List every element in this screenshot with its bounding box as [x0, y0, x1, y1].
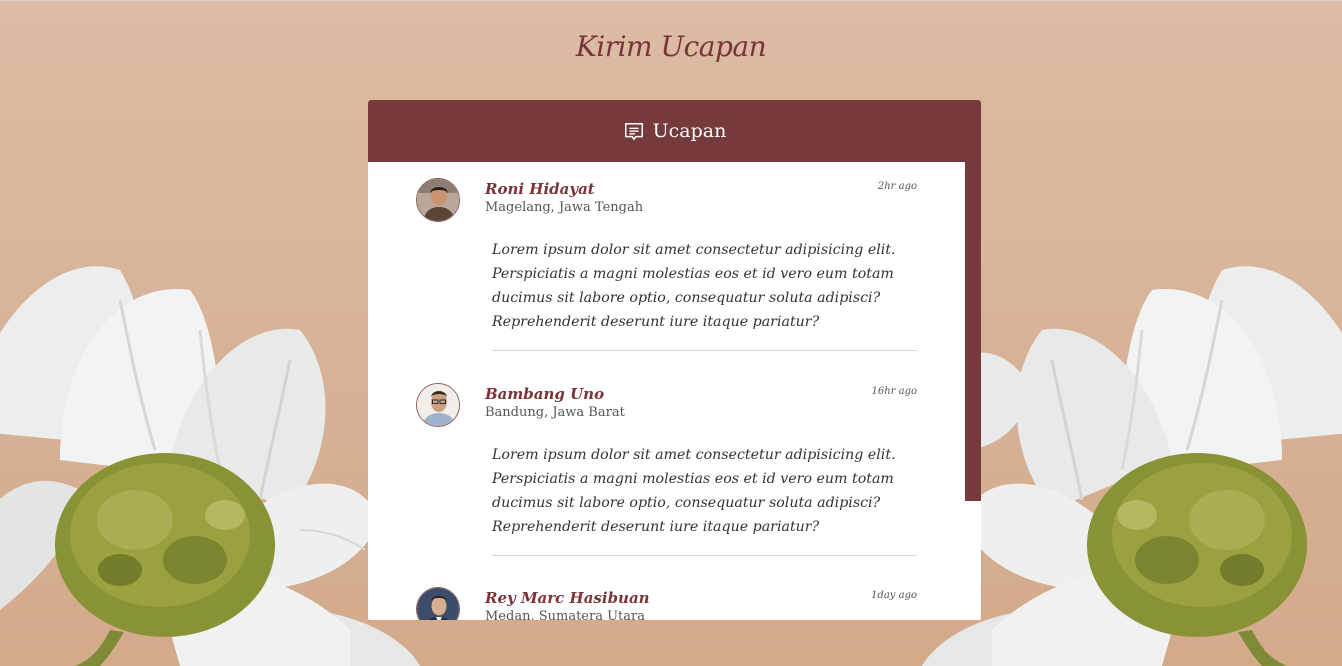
comment-item: Rey Marc Hasibuan Medan, Sumatera Utara … [368, 587, 965, 620]
comment-time: 16hr ago [871, 386, 917, 397]
greetings-panel: Ucapan Roni Hidayat Magelang, Jawa Tenga… [368, 100, 981, 620]
comment-time: 1day ago [871, 590, 917, 601]
avatar [416, 178, 460, 222]
comment-item: Roni Hidayat Magelang, Jawa Tengah 2hr a… [368, 178, 965, 378]
scrollbar[interactable] [965, 162, 981, 501]
avatar [416, 383, 460, 427]
comment-time: 2hr ago [877, 181, 917, 192]
page-title: Kirim Ucapan [575, 30, 767, 63]
comment-location: Bandung, Jawa Barat [485, 405, 625, 420]
message-icon [624, 122, 643, 140]
comment-divider [492, 555, 917, 556]
comment-text: Lorem ipsum dolor sit amet consectetur a… [492, 447, 896, 535]
comment-location: Medan, Sumatera Utara [485, 609, 645, 620]
comment-text: Lorem ipsum dolor sit amet consectetur a… [492, 242, 896, 330]
top-border [0, 0, 1342, 1]
comment-author: Rey Marc Hasibuan [485, 589, 650, 607]
avatar [416, 587, 460, 620]
comment-author: Roni Hidayat [485, 180, 595, 198]
comment-location: Magelang, Jawa Tengah [485, 200, 644, 215]
comment-divider [492, 350, 917, 351]
comment-author: Bambang Uno [485, 385, 605, 403]
panel-header: Ucapan [368, 100, 981, 162]
panel-header-label: Ucapan [652, 120, 727, 142]
comment-item: Bambang Uno Bandung, Jawa Barat 16hr ago… [368, 383, 965, 583]
